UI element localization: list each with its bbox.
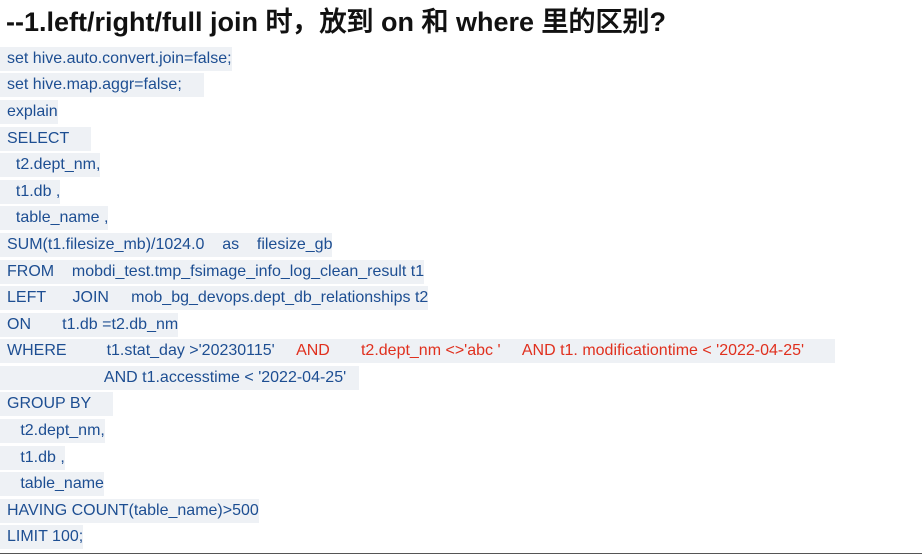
code-line: FROM mobdi_test.tmp_fsimage_info_log_cle… bbox=[0, 259, 922, 286]
code-line: set hive.auto.convert.join=false; bbox=[0, 46, 922, 73]
code-token: HAVING COUNT(table_name)>500 bbox=[7, 501, 259, 519]
code-line-highlight: HAVING COUNT(table_name)>500 bbox=[0, 498, 259, 523]
code-line: table_name , bbox=[0, 206, 922, 233]
code-token: table_name bbox=[7, 475, 104, 493]
code-line-highlight: t1.db , bbox=[0, 445, 65, 470]
code-line-highlight: set hive.map.aggr=false; bbox=[0, 73, 204, 98]
code-line-highlight: LEFT JOIN mob_bg_devops.dept_db_relation… bbox=[0, 286, 429, 311]
code-line: t1.db , bbox=[0, 179, 922, 206]
code-line-highlight: table_name , bbox=[0, 206, 109, 231]
code-line: LEFT JOIN mob_bg_devops.dept_db_relation… bbox=[0, 285, 922, 312]
code-line: set hive.map.aggr=false; bbox=[0, 73, 922, 100]
code-token: t1.db , bbox=[7, 448, 65, 466]
code-token: WHERE t1.stat_day >'20230115' bbox=[7, 342, 297, 360]
code-line-highlight: AND t1.accesstime < '2022-04-25' bbox=[0, 365, 360, 390]
code-token: FROM mobdi_test.tmp_fsimage_info_log_cle… bbox=[7, 262, 425, 280]
code-line-highlight: t1.db , bbox=[0, 179, 61, 204]
code-token: AND t2.dept_nm <>'abc ' AND t1. modifica… bbox=[296, 342, 836, 360]
code-token: table_name , bbox=[7, 209, 109, 227]
code-token: ON t1.db =t2.db_nm bbox=[7, 315, 179, 333]
code-line-highlight: t2.dept_nm, bbox=[0, 153, 101, 178]
code-token: GROUP BY bbox=[7, 395, 114, 413]
code-line-highlight: SELECT bbox=[0, 126, 92, 151]
code-line: SUM(t1.filesize_mb)/1024.0 as filesize_g… bbox=[0, 232, 922, 259]
code-line-highlight: t2.dept_nm, bbox=[0, 419, 105, 444]
code-line: GROUP BY bbox=[0, 392, 922, 419]
code-token: t2.dept_nm, bbox=[7, 422, 105, 440]
code-token: SUM(t1.filesize_mb)/1024.0 as filesize_g… bbox=[7, 235, 333, 253]
code-token: explain bbox=[7, 102, 58, 120]
code-token: LEFT JOIN mob_bg_devops.dept_db_relation… bbox=[7, 289, 429, 307]
code-line-highlight: FROM mobdi_test.tmp_fsimage_info_log_cle… bbox=[0, 259, 425, 284]
code-token: t2.dept_nm, bbox=[7, 156, 101, 174]
code-line-highlight: set hive.auto.convert.join=false; bbox=[0, 46, 232, 71]
code-line: t1.db , bbox=[0, 445, 922, 472]
code-line-highlight: WHERE t1.stat_day >'20230115' AND t2.dep… bbox=[0, 339, 836, 364]
code-line: WHERE t1.stat_day >'20230115' AND t2.dep… bbox=[0, 339, 922, 366]
code-token: t1.db , bbox=[7, 182, 61, 200]
code-line-highlight: table_name bbox=[0, 472, 104, 497]
code-token: set hive.auto.convert.join=false; bbox=[7, 49, 232, 67]
code-line-highlight: SUM(t1.filesize_mb)/1024.0 as filesize_g… bbox=[0, 232, 333, 257]
code-line: t2.dept_nm, bbox=[0, 152, 922, 179]
code-line-highlight: GROUP BY bbox=[0, 392, 114, 417]
code-line: ON t1.db =t2.db_nm bbox=[0, 312, 922, 339]
code-line: SELECT bbox=[0, 126, 922, 153]
bottom-divider bbox=[0, 553, 922, 554]
code-token: SELECT bbox=[7, 129, 92, 147]
code-line-highlight: ON t1.db =t2.db_nm bbox=[0, 312, 179, 337]
code-token: LIMIT 100; bbox=[7, 528, 84, 546]
code-line: HAVING COUNT(table_name)>500 bbox=[0, 498, 922, 525]
code-line: table_name bbox=[0, 472, 922, 499]
code-line: LIMIT 100; bbox=[0, 525, 922, 552]
code-token: AND t1.accesstime < '2022-04-25' bbox=[7, 368, 360, 386]
code-line-highlight: explain bbox=[0, 99, 58, 124]
page-title: --1.left/right/full join 时，放到 on 和 where… bbox=[6, 7, 666, 37]
code-line: t2.dept_nm, bbox=[0, 418, 922, 445]
code-line-highlight: LIMIT 100; bbox=[0, 525, 84, 550]
code-line: explain bbox=[0, 99, 922, 126]
code-token: set hive.map.aggr=false; bbox=[7, 76, 204, 94]
code-line: AND t1.accesstime < '2022-04-25' bbox=[0, 365, 922, 392]
sql-code-block: set hive.auto.convert.join=false; set hiv… bbox=[0, 46, 922, 551]
